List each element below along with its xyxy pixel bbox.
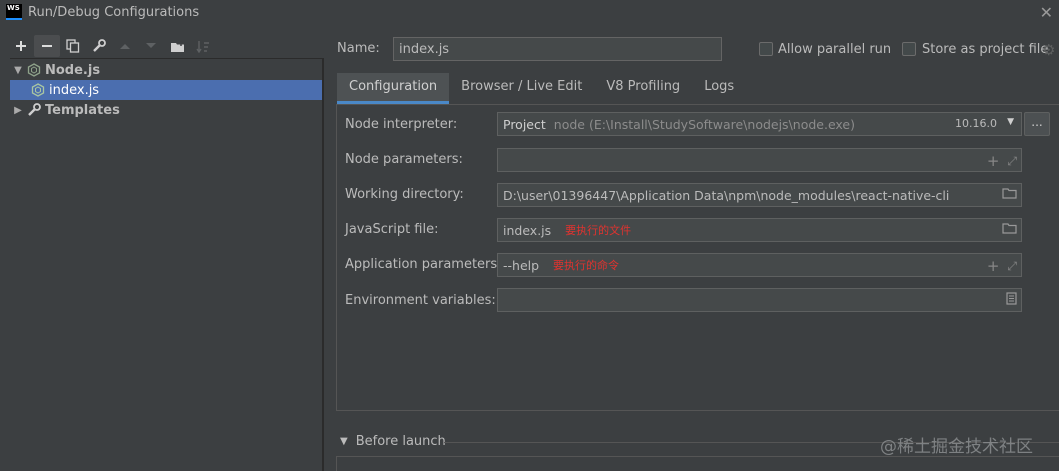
chevron-down-icon: ▼ <box>340 436 348 447</box>
before-launch-label: Before launch <box>355 434 446 449</box>
gear-icon: ⚙ <box>1042 41 1056 59</box>
window-title: Run/Debug Configurations <box>28 5 200 20</box>
allow-parallel-checkbox[interactable] <box>759 42 773 56</box>
close-icon[interactable]: ✕ <box>1040 3 1053 22</box>
interpreter-version: 10.16.0 <box>955 117 997 130</box>
tab-browser-live-edit[interactable]: Browser / Live Edit <box>449 73 594 104</box>
interpreter-more-button[interactable]: ... <box>1024 112 1050 136</box>
environment-variables-input[interactable] <box>497 288 1022 312</box>
folder-icon[interactable] <box>1002 222 1017 237</box>
wrench-icon <box>26 102 42 118</box>
expand-icon[interactable]: ⤢ <box>1007 259 1017 274</box>
application-parameters-value: --help <box>503 257 540 273</box>
nodejs-icon <box>26 62 42 78</box>
sort-icon[interactable] <box>190 35 216 57</box>
javascript-file-value: index.js <box>503 222 552 238</box>
copy-icon[interactable] <box>60 35 86 57</box>
move-up-icon[interactable] <box>112 35 138 57</box>
expand-icon[interactable]: ⤢ <box>1007 154 1017 169</box>
tab-logs[interactable]: Logs <box>692 73 746 104</box>
config-tabs: Configuration Browser / Live Edit V8 Pro… <box>337 73 746 104</box>
interpreter-project: Project <box>503 116 546 132</box>
node-parameters-input[interactable]: + ⤢ <box>497 148 1022 172</box>
tab-configuration[interactable]: Configuration <box>337 73 450 104</box>
javascript-file-input[interactable]: index.js 要执行的文件 <box>497 218 1022 242</box>
folder-icon[interactable] <box>1002 187 1017 202</box>
tree-item-label: index.js <box>49 82 100 98</box>
tab-v8-profiling[interactable]: V8 Profiling <box>594 73 692 104</box>
watermark: @稀土掘金技术社区 <box>880 437 1033 457</box>
panel-divider[interactable] <box>323 58 324 471</box>
name-input[interactable] <box>393 37 722 61</box>
add-icon[interactable]: + <box>987 152 1000 170</box>
document-icon[interactable] <box>1006 292 1017 308</box>
application-parameters-input[interactable]: --help 要执行的命令 + ⤢ <box>497 253 1022 277</box>
config-toolbar <box>8 35 216 57</box>
interpreter-path: node (E:\Install\StudySoftware\nodejs\no… <box>553 116 856 132</box>
nodejs-config-icon <box>30 82 46 98</box>
tree-item-indexjs[interactable]: index.js <box>10 80 322 100</box>
config-tree: ▼ Node.js index.js ▶ Templates <box>10 58 323 471</box>
tree-item-label: Node.js <box>45 62 101 78</box>
move-down-icon[interactable] <box>138 35 164 57</box>
expand-arrow-icon[interactable]: ▼ <box>10 65 26 76</box>
before-launch-toggle[interactable]: ▼ Before launch <box>340 434 446 449</box>
application-parameters-label: Application parameters: <box>345 257 502 272</box>
chevron-down-icon[interactable]: ▼ <box>1007 117 1014 127</box>
title-bar: WS Run/Debug Configurations ✕ <box>0 0 1059 26</box>
tree-item-nodejs[interactable]: ▼ Node.js <box>10 60 322 80</box>
before-launch-list <box>336 456 1059 471</box>
name-label: Name: <box>337 41 380 56</box>
add-icon[interactable] <box>8 35 34 57</box>
store-project-label[interactable]: Store as project file <box>922 42 1048 57</box>
tree-item-label: Templates <box>45 102 120 118</box>
store-project-checkbox[interactable] <box>902 42 916 56</box>
wrench-icon[interactable] <box>86 35 112 57</box>
environment-variables-label: Environment variables: <box>345 293 496 308</box>
allow-parallel-label[interactable]: Allow parallel run <box>778 42 891 57</box>
webstorm-logo-icon: WS <box>6 4 22 20</box>
node-interpreter-label: Node interpreter: <box>345 117 458 132</box>
working-directory-label: Working directory: <box>345 187 464 202</box>
remove-icon[interactable] <box>34 35 60 57</box>
add-icon[interactable]: + <box>987 257 1000 275</box>
working-directory-input[interactable]: D:\user\01396447\Application Data\npm\no… <box>497 183 1022 207</box>
tree-item-templates[interactable]: ▶ Templates <box>10 100 322 120</box>
node-interpreter-select[interactable]: Project node (E:\Install\StudySoftware\n… <box>497 112 1022 136</box>
annotation-note: 要执行的文件 <box>565 224 632 237</box>
node-parameters-label: Node parameters: <box>345 152 463 167</box>
javascript-file-label: JavaScript file: <box>345 222 439 237</box>
new-folder-icon[interactable] <box>164 35 190 57</box>
working-directory-value: D:\user\01396447\Application Data\npm\no… <box>503 187 950 203</box>
collapse-arrow-icon[interactable]: ▶ <box>10 105 26 116</box>
annotation-note: 要执行的命令 <box>553 259 620 272</box>
